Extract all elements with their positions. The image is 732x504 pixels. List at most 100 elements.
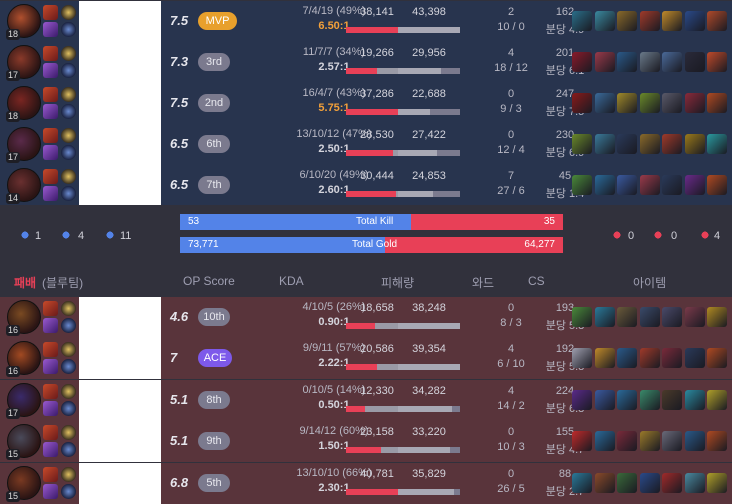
- item-icon[interactable]: [662, 472, 682, 493]
- item-icon[interactable]: [639, 431, 660, 452]
- item-icon[interactable]: [662, 175, 682, 195]
- secondary-rune-icon[interactable]: [61, 63, 76, 78]
- item-icon[interactable]: [662, 52, 682, 72]
- item-icon[interactable]: [572, 348, 592, 369]
- summoner-spell-icon[interactable]: [43, 442, 58, 458]
- item-icon[interactable]: [572, 175, 592, 195]
- item-icon[interactable]: [662, 134, 682, 154]
- item-icon[interactable]: [684, 11, 705, 31]
- item-icon[interactable]: [594, 307, 615, 327]
- item-icon[interactable]: [572, 389, 592, 410]
- item-icon[interactable]: [594, 431, 615, 452]
- keystone-rune-icon[interactable]: [61, 342, 76, 358]
- item-icon[interactable]: [684, 93, 705, 113]
- item-icon[interactable]: [707, 307, 727, 327]
- item-icon[interactable]: [594, 472, 615, 493]
- player-row[interactable]: 18 7.5 2nd 16/4/7 (43%) 5.75:1 37,286 22…: [0, 83, 732, 124]
- summoner-spell-icon[interactable]: [43, 169, 58, 184]
- player-row[interactable]: 17 7.3 3rd 11/7/7 (34%) 2.57:1 19,266 29…: [0, 42, 732, 83]
- item-icon[interactable]: [617, 11, 637, 31]
- item-icon[interactable]: [572, 93, 592, 113]
- item-icon[interactable]: [684, 175, 705, 195]
- item-icon[interactable]: [707, 389, 727, 410]
- summoner-spell-icon[interactable]: [43, 145, 58, 160]
- item-icon[interactable]: [572, 307, 592, 327]
- item-icon[interactable]: [707, 472, 727, 493]
- keystone-rune-icon[interactable]: [61, 301, 76, 316]
- secondary-rune-icon[interactable]: [61, 400, 76, 416]
- keystone-rune-icon[interactable]: [61, 5, 76, 20]
- summoner-spell-icon[interactable]: [43, 63, 58, 78]
- item-icon[interactable]: [617, 134, 637, 154]
- summoner-spell-icon[interactable]: [43, 318, 58, 333]
- secondary-rune-icon[interactable]: [61, 104, 76, 119]
- item-icon[interactable]: [617, 472, 637, 493]
- item-icon[interactable]: [617, 93, 637, 113]
- item-icon[interactable]: [572, 472, 592, 493]
- item-icon[interactable]: [572, 52, 592, 72]
- item-icon[interactable]: [707, 93, 727, 113]
- item-icon[interactable]: [572, 134, 592, 154]
- secondary-rune-icon[interactable]: [61, 442, 76, 458]
- summoner-spell-icon[interactable]: [43, 186, 58, 201]
- item-icon[interactable]: [639, 11, 660, 31]
- summoner-spell-icon[interactable]: [43, 5, 58, 20]
- summoner-spell-icon[interactable]: [43, 359, 58, 375]
- item-icon[interactable]: [684, 307, 705, 327]
- item-icon[interactable]: [662, 307, 682, 327]
- keystone-rune-icon[interactable]: [61, 87, 76, 102]
- summoner-spell-icon[interactable]: [43, 483, 58, 499]
- summoner-spell-icon[interactable]: [43, 87, 58, 102]
- item-icon[interactable]: [684, 472, 705, 493]
- item-icon[interactable]: [572, 431, 592, 452]
- item-icon[interactable]: [639, 52, 660, 72]
- item-icon[interactable]: [594, 52, 615, 72]
- player-row[interactable]: 17 5.1 8th 0/10/5 (14%) 0.50:1 12,330 34…: [0, 379, 732, 421]
- secondary-rune-icon[interactable]: [61, 22, 76, 37]
- player-row[interactable]: 15 5.1 9th 9/14/12 (60%) 1.50:1 23,158 3…: [0, 421, 732, 463]
- item-icon[interactable]: [662, 431, 682, 452]
- item-icon[interactable]: [707, 11, 727, 31]
- item-icon[interactable]: [594, 348, 615, 369]
- item-icon[interactable]: [639, 348, 660, 369]
- summoner-spell-icon[interactable]: [43, 466, 58, 482]
- summoner-spell-icon[interactable]: [43, 46, 58, 61]
- summoner-spell-icon[interactable]: [43, 104, 58, 119]
- item-icon[interactable]: [684, 389, 705, 410]
- item-icon[interactable]: [594, 389, 615, 410]
- item-icon[interactable]: [639, 472, 660, 493]
- item-icon[interactable]: [594, 93, 615, 113]
- item-icon[interactable]: [662, 348, 682, 369]
- item-icon[interactable]: [684, 134, 705, 154]
- item-icon[interactable]: [662, 11, 682, 31]
- item-icon[interactable]: [707, 134, 727, 154]
- item-icon[interactable]: [707, 431, 727, 452]
- item-icon[interactable]: [662, 389, 682, 410]
- item-icon[interactable]: [594, 134, 615, 154]
- player-row[interactable]: 15 6.8 5th 13/10/10 (66%) 2.30:1 40,781 …: [0, 462, 732, 504]
- keystone-rune-icon[interactable]: [61, 46, 76, 61]
- summoner-spell-icon[interactable]: [43, 400, 58, 416]
- player-row[interactable]: 14 6.5 7th 6/10/20 (49%) 2.60:1 30,444 2…: [0, 165, 732, 206]
- player-row[interactable]: 16 7 ACE 9/9/11 (57%) 2.22:1 20,586 39,3…: [0, 338, 732, 380]
- item-icon[interactable]: [594, 175, 615, 195]
- item-icon[interactable]: [707, 348, 727, 369]
- item-icon[interactable]: [707, 52, 727, 72]
- item-icon[interactable]: [639, 175, 660, 195]
- summoner-spell-icon[interactable]: [43, 22, 58, 37]
- summoner-spell-icon[interactable]: [43, 425, 58, 441]
- item-icon[interactable]: [572, 11, 592, 31]
- summoner-spell-icon[interactable]: [43, 342, 58, 358]
- player-row[interactable]: 16 4.6 10th 4/10/5 (26%) 0.90:1 18,658 3…: [0, 297, 732, 338]
- item-icon[interactable]: [639, 307, 660, 327]
- player-row[interactable]: 17 6.5 6th 13/10/12 (47%) 2.50:1 28,530 …: [0, 124, 732, 165]
- item-icon[interactable]: [662, 93, 682, 113]
- item-icon[interactable]: [639, 389, 660, 410]
- keystone-rune-icon[interactable]: [61, 425, 76, 441]
- item-icon[interactable]: [639, 93, 660, 113]
- secondary-rune-icon[interactable]: [61, 186, 76, 201]
- summoner-spell-icon[interactable]: [43, 301, 58, 316]
- summoner-spell-icon[interactable]: [43, 128, 58, 143]
- keystone-rune-icon[interactable]: [61, 169, 76, 184]
- secondary-rune-icon[interactable]: [61, 359, 76, 375]
